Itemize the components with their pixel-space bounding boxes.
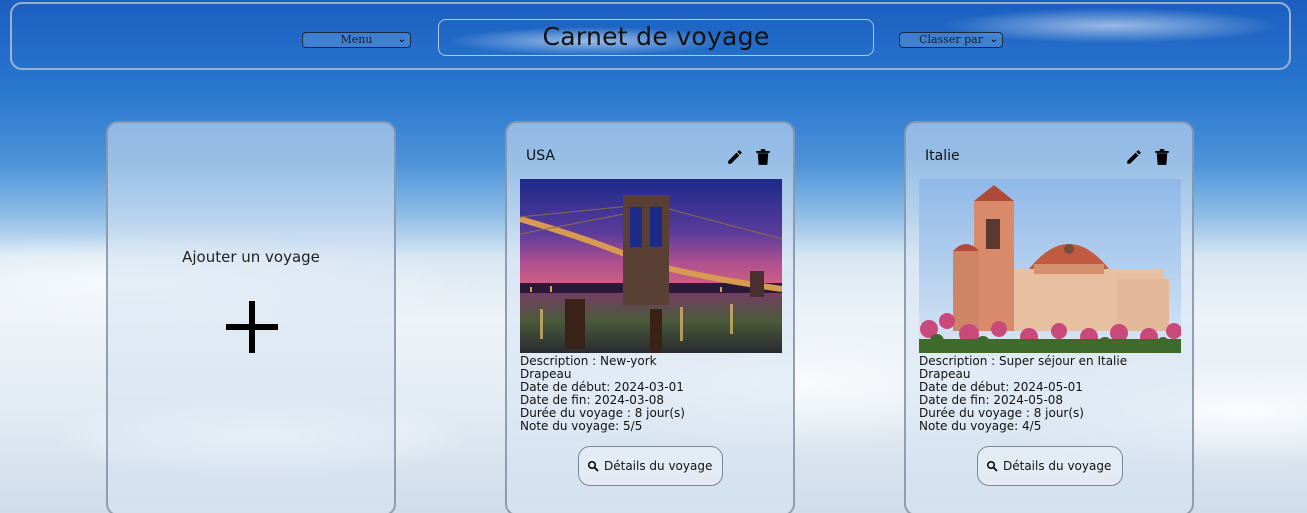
details-button-label: Détails du voyage bbox=[1003, 459, 1112, 473]
chevron-down-icon: ⌄ bbox=[397, 34, 406, 45]
menu-select[interactable]: Menu ⌄ bbox=[302, 32, 411, 48]
trip-country: USA bbox=[526, 148, 555, 164]
search-icon bbox=[987, 461, 998, 472]
details-button-label: Détails du voyage bbox=[604, 459, 713, 473]
trip-country: Italie bbox=[925, 148, 960, 164]
page-title: Carnet de voyage bbox=[438, 19, 874, 56]
trip-rating: Note du voyage: 5/5 bbox=[520, 419, 643, 433]
trip-rating: Note du voyage: 4/5 bbox=[919, 419, 1042, 433]
brooklyn-bridge-photo bbox=[520, 179, 782, 353]
header-bar: Menu ⌄ Carnet de voyage Classer par ⌄ bbox=[10, 2, 1291, 70]
sort-select-value: Classer par bbox=[919, 33, 983, 46]
church-photo bbox=[919, 179, 1181, 353]
sort-select[interactable]: Classer par ⌄ bbox=[899, 32, 1003, 48]
trip-details-button[interactable]: Détails du voyage bbox=[578, 446, 723, 486]
trip-info: Description : Super séjour en Italie Dra… bbox=[919, 355, 1189, 433]
pencil-icon[interactable] bbox=[726, 148, 744, 166]
trash-icon[interactable] bbox=[755, 148, 771, 166]
trip-details-button[interactable]: Détails du voyage bbox=[977, 446, 1123, 486]
trip-info: Description : New-york Drapeau Date de d… bbox=[520, 355, 790, 433]
add-trip-label: Ajouter un voyage bbox=[182, 248, 320, 266]
chevron-down-icon: ⌄ bbox=[989, 34, 998, 45]
plus-icon[interactable] bbox=[226, 301, 278, 353]
add-trip-card[interactable]: Ajouter un voyage bbox=[106, 121, 396, 513]
menu-select-value: Menu bbox=[340, 33, 373, 46]
trash-icon[interactable] bbox=[1154, 148, 1170, 166]
trip-card: Italie Description: Super séjour en Ita… bbox=[904, 121, 1194, 513]
pencil-icon[interactable] bbox=[1125, 148, 1143, 166]
trip-card: USA Description: New-york Drapeau Date … bbox=[505, 121, 795, 513]
search-icon bbox=[588, 461, 599, 472]
